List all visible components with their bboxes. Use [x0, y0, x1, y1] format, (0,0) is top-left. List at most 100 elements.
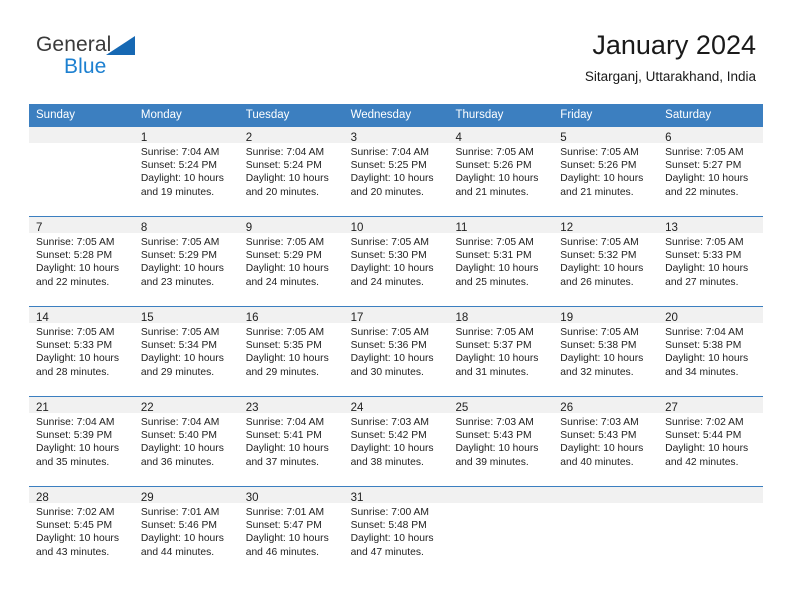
day-cell[interactable]: 1 Sunrise: 7:04 AM Sunset: 5:24 PM Dayli… [133, 127, 239, 216]
day-number: 13 [665, 222, 678, 234]
page-title: January 2024 [592, 30, 756, 60]
sunset-text: Sunset: 5:33 PM [665, 250, 742, 262]
day-details: Sunrise: 7:00 AM Sunset: 5:48 PM Dayligh… [344, 503, 449, 559]
day-number: 9 [245, 222, 253, 234]
daylight-text-line2: and 19 minutes. [140, 186, 215, 198]
day-cell[interactable]: 21 Sunrise: 7:04 AM Sunset: 5:39 PM Dayl… [29, 397, 134, 486]
daylight-text-line2: and 30 minutes. [350, 366, 424, 378]
day-details: Sunrise: 7:04 AM Sunset: 5:41 PM Dayligh… [239, 413, 344, 469]
day-cell[interactable]: 7 Sunrise: 7:05 AM Sunset: 5:28 PM Dayli… [29, 217, 134, 306]
day-cell[interactable] [553, 487, 659, 576]
weekday-header-sunday: Sunday [36, 109, 76, 121]
day-number-band: 19 [553, 307, 659, 324]
day-number: 2 [245, 132, 253, 144]
daylight-text-line2: and 43 minutes. [36, 546, 110, 558]
day-cell[interactable]: 13 Sunrise: 7:05 AM Sunset: 5:33 PM Dayl… [658, 217, 764, 306]
daylight-text-line1: Daylight: 10 hours [665, 173, 749, 185]
day-cell[interactable] [658, 487, 764, 576]
weekday-header-monday: Monday [140, 109, 182, 121]
sunrise-text: Sunrise: 7:03 AM [455, 417, 534, 428]
day-details [553, 503, 658, 506]
day-number-band: 31 [343, 487, 449, 504]
day-cell[interactable]: 18 Sunrise: 7:05 AM Sunset: 5:37 PM Dayl… [448, 307, 554, 396]
day-number-band: 7 [29, 217, 134, 234]
day-cell[interactable]: 4 Sunrise: 7:05 AM Sunset: 5:26 PM Dayli… [448, 127, 554, 216]
day-number-band: 9 [238, 217, 344, 234]
day-cell[interactable]: 6 Sunrise: 7:05 AM Sunset: 5:27 PM Dayli… [658, 127, 764, 216]
daylight-text-line1: Daylight: 10 hours [36, 353, 119, 365]
general-blue-logo[interactable]: General Blue [36, 33, 256, 89]
day-details [29, 143, 134, 146]
day-cell[interactable]: 20 Sunrise: 7:04 AM Sunset: 5:38 PM Dayl… [658, 307, 764, 396]
day-cell[interactable]: 31 Sunrise: 7:00 AM Sunset: 5:48 PM Dayl… [343, 487, 449, 576]
daylight-text-line1: Daylight: 10 hours [245, 533, 329, 545]
day-cell[interactable] [29, 127, 134, 216]
day-number: 7 [36, 222, 43, 234]
day-details: Sunrise: 7:05 AM Sunset: 5:27 PM Dayligh… [658, 143, 763, 199]
sunset-text: Sunset: 5:25 PM [350, 160, 427, 172]
week-row: 21 Sunrise: 7:04 AM Sunset: 5:39 PM Dayl… [29, 396, 764, 486]
daylight-text-line1: Daylight: 10 hours [665, 353, 749, 365]
day-number: 12 [560, 222, 574, 234]
day-details: Sunrise: 7:03 AM Sunset: 5:43 PM Dayligh… [553, 413, 658, 469]
day-cell[interactable]: 26 Sunrise: 7:03 AM Sunset: 5:43 PM Dayl… [553, 397, 659, 486]
day-cell[interactable]: 10 Sunrise: 7:05 AM Sunset: 5:30 PM Dayl… [343, 217, 449, 306]
sunset-text: Sunset: 5:34 PM [140, 340, 217, 352]
day-cell[interactable]: 12 Sunrise: 7:05 AM Sunset: 5:32 PM Dayl… [553, 217, 659, 306]
sunset-text: Sunset: 5:46 PM [140, 520, 217, 532]
day-cell[interactable]: 15 Sunrise: 7:05 AM Sunset: 5:34 PM Dayl… [133, 307, 239, 396]
day-cell[interactable]: 28 Sunrise: 7:02 AM Sunset: 5:45 PM Dayl… [29, 487, 134, 576]
day-cell[interactable]: 14 Sunrise: 7:05 AM Sunset: 5:33 PM Dayl… [29, 307, 134, 396]
sunrise-text: Sunrise: 7:05 AM [665, 237, 744, 248]
day-number-band: 23 [238, 397, 344, 414]
day-cell[interactable]: 5 Sunrise: 7:05 AM Sunset: 5:26 PM Dayli… [553, 127, 659, 216]
daylight-text-line1: Daylight: 10 hours [245, 173, 329, 185]
day-number: 24 [350, 402, 364, 414]
daylight-text-line1: Daylight: 10 hours [665, 263, 749, 275]
daylight-text-line1: Daylight: 10 hours [560, 173, 644, 185]
day-cell[interactable]: 3 Sunrise: 7:04 AM Sunset: 5:25 PM Dayli… [343, 127, 449, 216]
day-cell[interactable]: 30 Sunrise: 7:01 AM Sunset: 5:47 PM Dayl… [238, 487, 344, 576]
day-number: 3 [350, 132, 357, 144]
day-cell[interactable]: 29 Sunrise: 7:01 AM Sunset: 5:46 PM Dayl… [133, 487, 239, 576]
sunset-text: Sunset: 5:28 PM [36, 250, 113, 262]
sunset-text: Sunset: 5:42 PM [350, 430, 427, 442]
day-cell[interactable] [448, 487, 554, 576]
daylight-text-line2: and 20 minutes. [245, 186, 319, 198]
day-cell[interactable]: 11 Sunrise: 7:05 AM Sunset: 5:31 PM Dayl… [448, 217, 554, 306]
logo-text-general: General [36, 33, 112, 56]
day-number-band: 4 [448, 127, 554, 144]
day-number: 16 [245, 312, 259, 324]
day-cell[interactable]: 8 Sunrise: 7:05 AM Sunset: 5:29 PM Dayli… [133, 217, 239, 306]
day-number: 18 [455, 312, 469, 324]
day-details: Sunrise: 7:01 AM Sunset: 5:47 PM Dayligh… [239, 503, 344, 559]
sunrise-text: Sunrise: 7:00 AM [350, 507, 429, 518]
day-cell[interactable]: 19 Sunrise: 7:05 AM Sunset: 5:38 PM Dayl… [553, 307, 659, 396]
sunrise-text: Sunrise: 7:05 AM [560, 327, 639, 338]
day-details: Sunrise: 7:05 AM Sunset: 5:36 PM Dayligh… [344, 323, 449, 379]
day-cell[interactable]: 16 Sunrise: 7:05 AM Sunset: 5:35 PM Dayl… [238, 307, 344, 396]
daylight-text-line1: Daylight: 10 hours [350, 263, 434, 275]
day-details: Sunrise: 7:04 AM Sunset: 5:25 PM Dayligh… [344, 143, 449, 199]
daylight-text-line1: Daylight: 10 hours [36, 533, 119, 545]
sunset-text: Sunset: 5:35 PM [245, 340, 322, 352]
sunset-text: Sunset: 5:26 PM [455, 160, 532, 172]
daylight-text-line2: and 21 minutes. [455, 186, 529, 198]
sunrise-text: Sunrise: 7:03 AM [560, 417, 639, 428]
sunrise-text: Sunrise: 7:05 AM [36, 237, 115, 248]
weekday-header-saturday: Saturday [665, 109, 712, 121]
daylight-text-line2: and 39 minutes. [455, 456, 529, 468]
sunrise-text: Sunrise: 7:04 AM [36, 417, 115, 428]
daylight-text-line2: and 22 minutes. [36, 276, 110, 288]
day-cell[interactable]: 2 Sunrise: 7:04 AM Sunset: 5:24 PM Dayli… [238, 127, 344, 216]
sunrise-text: Sunrise: 7:05 AM [455, 327, 534, 338]
day-cell[interactable]: 25 Sunrise: 7:03 AM Sunset: 5:43 PM Dayl… [448, 397, 554, 486]
daylight-text-line1: Daylight: 10 hours [36, 443, 119, 455]
day-cell[interactable]: 9 Sunrise: 7:05 AM Sunset: 5:29 PM Dayli… [238, 217, 344, 306]
day-cell[interactable]: 27 Sunrise: 7:02 AM Sunset: 5:44 PM Dayl… [658, 397, 764, 486]
day-cell[interactable]: 17 Sunrise: 7:05 AM Sunset: 5:36 PM Dayl… [343, 307, 449, 396]
day-cell[interactable]: 24 Sunrise: 7:03 AM Sunset: 5:42 PM Dayl… [343, 397, 449, 486]
day-cell[interactable]: 23 Sunrise: 7:04 AM Sunset: 5:41 PM Dayl… [238, 397, 344, 486]
daylight-text-line1: Daylight: 10 hours [455, 353, 539, 365]
day-cell[interactable]: 22 Sunrise: 7:04 AM Sunset: 5:40 PM Dayl… [133, 397, 239, 486]
